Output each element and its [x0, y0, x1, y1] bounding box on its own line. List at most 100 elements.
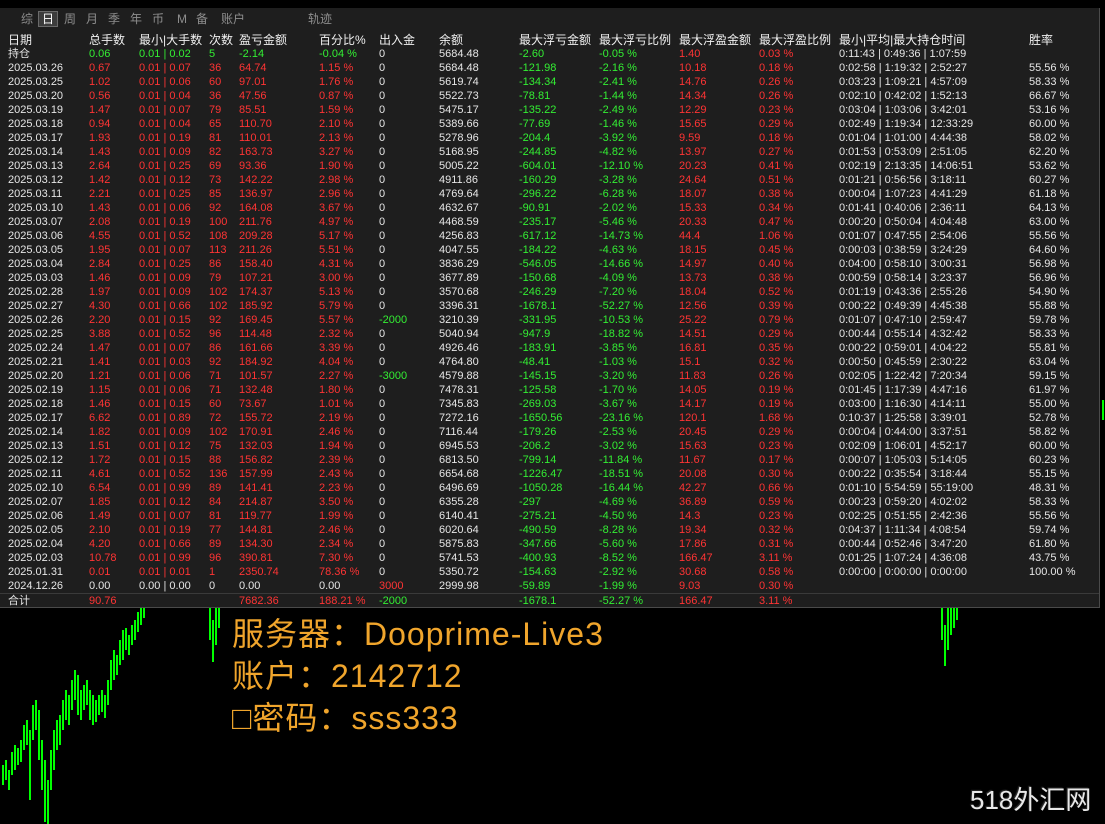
cell-hold-time: 0:02:10 | 0:42:02 | 1:52:13: [839, 90, 968, 102]
candle: [65, 690, 67, 720]
cell-total-lots: 0.56: [89, 90, 111, 102]
candle: [20, 740, 22, 762]
table-row: 2025.03.18 0.94 0.01 | 0.04 65 110.70 2.10 % 0…: [0, 117, 1099, 131]
cell-min-max-lots: 0.01 | 0.52: [139, 468, 191, 480]
column-header-deposit-withdrawal: 出入金: [379, 33, 416, 47]
cell-trade-count: 82: [209, 146, 222, 158]
tab-10[interactable]: 轨迹: [305, 11, 335, 27]
cell-deposit-withdrawal: 0: [379, 538, 386, 550]
cell-trade-count: 88: [209, 454, 222, 466]
cell-deposit-withdrawal: 0: [379, 272, 386, 284]
cell-deposit-withdrawal: 0: [379, 482, 386, 494]
cell-min-max-lots: 0.01 | 0.25: [139, 258, 191, 270]
cell-max-floating-profit-pct: 0.27 %: [759, 146, 794, 158]
table-row: 2025.03.26 0.67 0.01 | 0.07 36 64.74 1.15 % 0 5…: [0, 61, 1099, 75]
cell-max-floating-profit: 14.34: [679, 90, 707, 102]
cell-balance: 5475.17: [439, 104, 479, 116]
tab-9[interactable]: 账户: [218, 11, 248, 27]
cell-max-floating-loss-pct: -3.67 %: [599, 398, 637, 410]
cell-win-rate: 62.20 %: [1029, 146, 1070, 158]
cell-max-floating-loss: -154.63: [519, 566, 557, 578]
cell-date: 2025.03.10: [8, 202, 64, 214]
cell-max-floating-loss-pct: -2.92 %: [599, 566, 637, 578]
cell-date: 2025.02.06: [8, 510, 64, 522]
cell-profit: 93.36: [239, 160, 267, 172]
cell-deposit-withdrawal: 0: [379, 328, 386, 340]
cell-date: 2025.02.27: [8, 300, 64, 312]
tab-3[interactable]: 月: [83, 11, 101, 27]
tab-4[interactable]: 季: [105, 11, 123, 27]
cell-trade-count: 60: [209, 398, 222, 410]
cell-win-rate: 66.67 %: [1029, 90, 1070, 102]
tab-1[interactable]: 日: [38, 11, 59, 27]
cell-win-rate: 64.13 %: [1029, 202, 1070, 214]
cell-max-floating-profit: 13.97: [679, 146, 707, 158]
cell-max-floating-loss: -546.05: [519, 258, 557, 270]
cell-total-lots: 1.49: [89, 510, 111, 522]
candle: [956, 608, 958, 620]
cell-percent: 3.67 %: [319, 202, 354, 214]
cell-balance: 7345.83: [439, 398, 479, 410]
cell-profit: 211.26: [239, 244, 272, 256]
cell-percent: 2.46 %: [319, 426, 354, 438]
cell-date: 2025.03.17: [8, 132, 64, 144]
cell-date: 2025.02.17: [8, 412, 64, 424]
cell-balance: 3570.68: [439, 286, 479, 298]
cell-max-floating-profit: 30.68: [679, 566, 707, 578]
cell-percent: 2.39 %: [319, 454, 354, 466]
table-row: 2025.03.07 2.08 0.01 | 0.19 100 211.76 4.97 %…: [0, 215, 1099, 229]
candle: [950, 608, 952, 635]
table-row: 2025.02.17 6.62 0.01 | 0.89 72 155.72 2.19 % 0…: [0, 411, 1099, 425]
cell-max-floating-loss: -78.81: [519, 90, 551, 102]
daily-stats-panel: 综日周月季年币 M 备账户 轨迹 日期 总手数 最小|大手数 次数 盈亏金额 百分比% 出入金 余额…: [0, 8, 1100, 608]
cell-min-max-lots: 0.01 | 0.52: [139, 328, 191, 340]
cell-hold-time: 0:00:23 | 0:59:20 | 4:02:02: [839, 496, 968, 508]
cell-max-floating-loss-pct: -10.53 %: [599, 314, 644, 326]
cell-hold-time: 0:01:41 | 0:40:06 | 2:36:11: [839, 202, 967, 214]
cell-hold-time: 0:01:10 | 5:54:59 | 55:19:00: [839, 482, 974, 494]
candle: [14, 745, 16, 770]
cell-min-max-lots: 0.01 | 0.25: [139, 160, 191, 172]
column-header-min-max-lots: 最小|大手数: [139, 33, 203, 47]
cell-hold-time: 0:04:00 | 0:58:10 | 3:00:31: [839, 258, 968, 270]
cell-percent: 78.36 %: [319, 566, 360, 578]
tab-2[interactable]: 周: [61, 11, 79, 27]
cell-win-rate: 59.78 %: [1029, 314, 1070, 326]
cell-max-floating-profit: 36.89: [679, 496, 707, 508]
candle: [86, 680, 88, 705]
cell-trade-count: 108: [209, 230, 228, 242]
tab-7[interactable]: M: [174, 11, 190, 27]
tab-8[interactable]: 备: [193, 11, 211, 27]
cell-total-lots: 2.20: [89, 314, 111, 326]
cell-profit: 144.81: [239, 524, 273, 536]
cell-min-max-lots: 0.01 | 0.66: [139, 538, 191, 550]
column-header-max-floating-loss: 最大浮亏金额: [519, 33, 592, 47]
cell-max-floating-profit: 19.34: [679, 524, 707, 536]
cell-percent: 2.46 %: [319, 524, 354, 536]
cell-win-rate: 58.33 %: [1029, 76, 1070, 88]
cell-min-max-lots: 0.01 | 0.03: [139, 356, 191, 368]
cell-balance: 3836.29: [439, 258, 479, 270]
candle: [215, 608, 217, 645]
cell-balance: 4468.59: [439, 216, 479, 228]
candle: [50, 750, 52, 790]
cell-max-floating-loss-pct: -3.28 %: [599, 174, 637, 186]
cell-trade-count: 73: [209, 174, 222, 186]
table-row: 2025.02.28 1.97 0.01 | 0.09 102 174.37 5.13 %…: [0, 285, 1099, 299]
tab-0[interactable]: 综: [18, 11, 36, 27]
cell-total-lots: 4.61: [89, 468, 111, 480]
cell-date: 2025.03.06: [8, 230, 64, 242]
table-row: 2025.02.25 3.88 0.01 | 0.52 96 114.48 2.32 % 0…: [0, 327, 1099, 341]
cell-deposit-withdrawal: 0: [379, 342, 386, 354]
cell-total-lots: 1.72: [89, 454, 111, 466]
cell-trade-count: 71: [209, 384, 222, 396]
tab-6[interactable]: 币: [149, 11, 167, 27]
table-row: 2025.02.05 2.10 0.01 | 0.19 77 144.81 2.46 % 0…: [0, 523, 1099, 537]
cell-profit: 214.87: [239, 496, 273, 508]
cell-total-lots: 2.21: [89, 188, 111, 200]
tab-5[interactable]: 年: [127, 11, 145, 27]
cell-hold-time: 0:00:22 | 0:59:01 | 4:04:22: [839, 342, 968, 354]
table-row: 2025.02.06 1.49 0.01 | 0.07 81 119.77 1.99 % 0…: [0, 509, 1099, 523]
cell-hold-time: 0:00:20 | 0:50:04 | 4:04:48: [839, 216, 968, 228]
cell-deposit-withdrawal: 0: [379, 62, 386, 74]
